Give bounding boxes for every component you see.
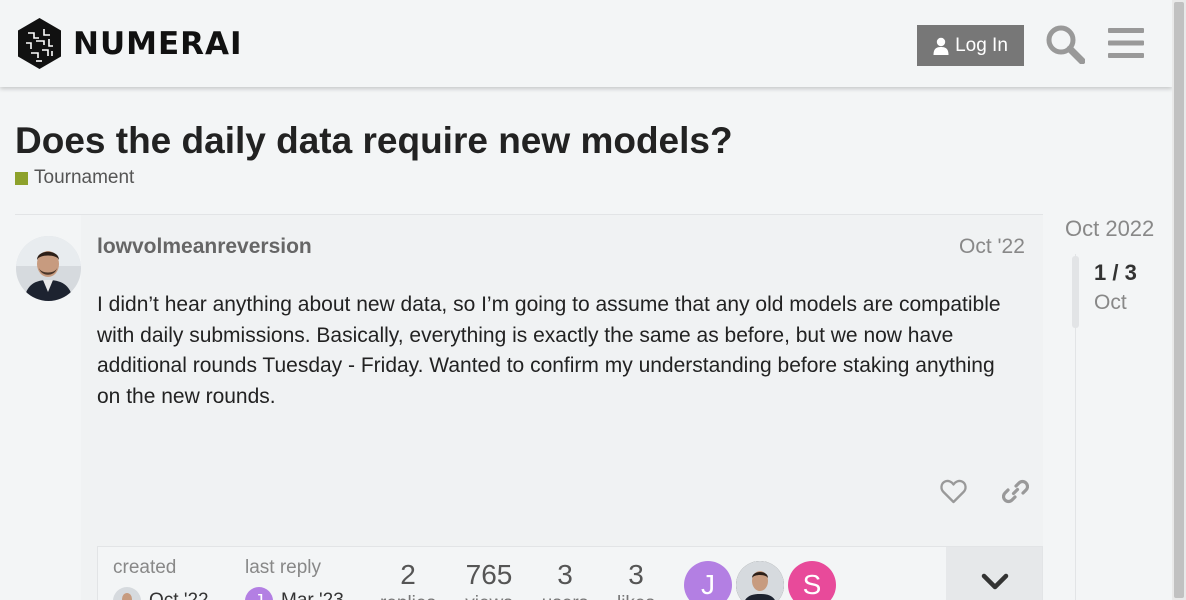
avatar: [113, 587, 141, 600]
topic-title[interactable]: Does the daily data require new models?: [15, 120, 733, 162]
user-avatar-image: [16, 236, 81, 301]
participant-avatar[interactable]: [736, 561, 784, 600]
login-button[interactable]: Log In: [917, 25, 1024, 66]
last-reply-label: last reply: [245, 557, 322, 578]
participant-avatar-image: [736, 561, 784, 600]
users-label: users: [525, 593, 605, 600]
avatar: J: [245, 587, 273, 600]
expand-topic-map-button[interactable]: [946, 547, 1042, 600]
hamburger-menu-icon[interactable]: [1108, 27, 1144, 59]
users-count: 3: [557, 559, 573, 590]
last-reply-date: Mar '23: [281, 590, 344, 600]
scrollbar-thumb[interactable]: [1174, 2, 1184, 598]
post-content: I didn’t hear anything about new data, s…: [97, 293, 1001, 408]
participant-avatar[interactable]: S: [788, 561, 836, 600]
site-logo[interactable]: NUMERAI: [16, 17, 243, 70]
site-header: NUMERAI Log In: [0, 0, 1172, 87]
replies-count: 2: [400, 559, 416, 590]
post-date[interactable]: Oct '22: [959, 235, 1025, 259]
replies-label: replies: [368, 593, 448, 600]
search-icon[interactable]: [1045, 24, 1085, 64]
timeline-scroll-handle[interactable]: [1072, 256, 1079, 328]
timeline-start-date[interactable]: Oct 2022: [1065, 216, 1154, 242]
login-label: Log In: [955, 34, 1008, 56]
avatar[interactable]: [16, 236, 81, 301]
category-name: Tournament: [34, 167, 135, 188]
scrollbar[interactable]: [1172, 0, 1186, 600]
timeline-position-date: Oct: [1094, 291, 1127, 314]
heart-icon[interactable]: [940, 478, 967, 504]
created-info[interactable]: Oct '22: [113, 587, 209, 600]
last-reply-info[interactable]: J Mar '23: [245, 587, 344, 600]
logo-text: NUMERAI: [73, 25, 243, 62]
numerai-logo-icon: [18, 18, 61, 69]
likes-label: likes: [596, 593, 676, 600]
user-icon: [933, 37, 949, 55]
link-icon[interactable]: [1002, 478, 1029, 505]
participant-avatar[interactable]: J: [684, 561, 732, 600]
topic-map: created Oct '22 last reply J Mar '23 2 r…: [97, 546, 1043, 600]
chevron-down-icon: [981, 573, 1009, 590]
category-link[interactable]: Tournament: [15, 167, 134, 189]
category-badge: [15, 171, 28, 185]
created-date: Oct '22: [149, 590, 209, 600]
likes-count: 3: [628, 559, 644, 590]
views-count: 765: [465, 559, 513, 590]
views-label: views: [449, 593, 529, 600]
post-username[interactable]: lowvolmeanreversion: [97, 235, 312, 259]
created-label: created: [113, 557, 177, 578]
timeline-position: 1 / 3: [1094, 260, 1137, 285]
